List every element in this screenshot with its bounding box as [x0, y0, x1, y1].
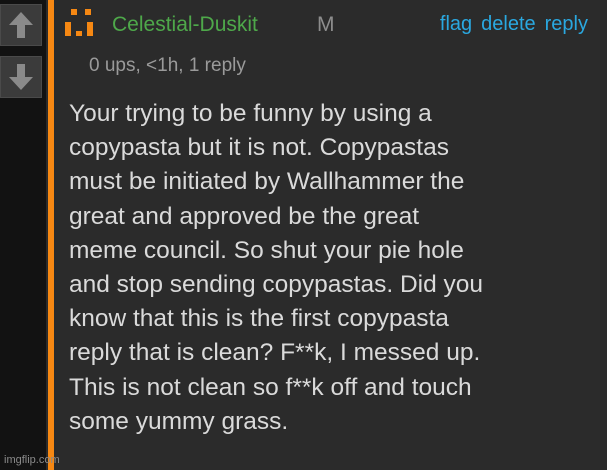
user-gender: M — [317, 13, 335, 36]
reply-link[interactable]: reply — [545, 13, 588, 36]
comment: Celestial-Duskit M flag delete reply 0 u… — [54, 0, 607, 470]
pixel-avatar-icon[interactable] — [65, 9, 93, 37]
downvote-button[interactable] — [0, 56, 42, 98]
flag-link[interactable]: flag — [440, 13, 472, 36]
comment-meta: 0 ups, <1h, 1 reply — [89, 55, 246, 76]
watermark: imgflip.com — [4, 454, 60, 466]
screenshot-frame: Celestial-Duskit M flag delete reply 0 u… — [0, 0, 607, 470]
comment-username[interactable]: Celestial-Duskit — [112, 13, 258, 37]
upvote-button[interactable] — [0, 4, 42, 46]
arrow-down-icon — [9, 64, 33, 90]
vote-column — [0, 0, 46, 470]
delete-link[interactable]: delete — [481, 13, 536, 36]
arrow-up-icon — [9, 12, 33, 38]
comment-body: Your trying to be funny by using a copyp… — [69, 100, 484, 435]
comment-actions: flag delete reply — [440, 13, 588, 36]
